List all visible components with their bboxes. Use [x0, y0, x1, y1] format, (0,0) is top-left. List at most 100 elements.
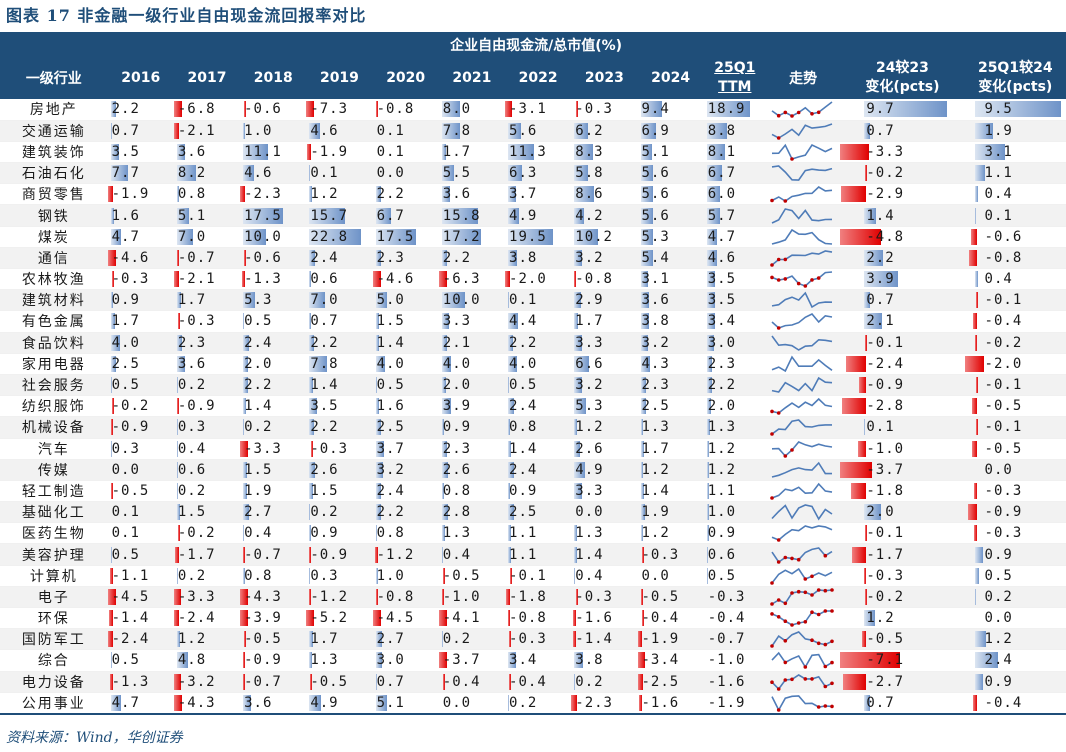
- year-value-text: 2.4: [509, 398, 538, 415]
- year-value-text: 0.2: [509, 694, 538, 711]
- value-cell: 1.7: [439, 142, 505, 162]
- year-value-text: 3.3: [575, 482, 604, 499]
- year-value: -4.5: [372, 607, 439, 630]
- value-cell: 0.9: [306, 523, 372, 543]
- change-25q1-vs-24-text: -0.9: [984, 504, 1023, 521]
- change-25q1-vs-24: -0.2: [964, 332, 1066, 354]
- year-value: 0.8: [372, 522, 439, 545]
- value-cell: -3.4: [637, 650, 704, 670]
- year-value-text: -1.8: [509, 588, 547, 605]
- change-cell: -2.7: [840, 672, 964, 692]
- trend-cell: [765, 247, 841, 270]
- trend-negative-point: [810, 638, 814, 643]
- year-value-text: 0.5: [111, 652, 140, 669]
- ttm-cell: 1.3: [704, 417, 766, 437]
- year-value-text: 3.2: [575, 249, 604, 266]
- value-cell: 2.0: [439, 375, 505, 395]
- change-cell: -0.4: [965, 311, 1066, 331]
- ttm-value: 3.5: [703, 289, 766, 312]
- year-value: 0.5: [107, 374, 174, 397]
- year-value-text: 5.0: [376, 292, 405, 309]
- value-cell: 8.6: [571, 184, 637, 204]
- header-chg2-line2: 变化(pcts): [978, 78, 1053, 95]
- trend-negative-point: [830, 661, 834, 665]
- year-value: -6.3: [438, 268, 506, 291]
- trend-line: [771, 398, 832, 415]
- change-25q1-vs-24: -0.1: [964, 416, 1066, 439]
- table-row: 钢铁 1.6 5.1 17.5 15.7 6.7 15.8 4.9 4.2 5.6 5.7 1.4 0.…: [0, 204, 1066, 227]
- year-value-text: 0.2: [177, 567, 207, 584]
- year-value: -0.4: [637, 607, 704, 630]
- trend-sparkline: [771, 165, 833, 181]
- value-cell: -1.6: [571, 608, 637, 628]
- year-value-text: 0.0: [442, 694, 472, 711]
- trend-sparkline: [771, 694, 834, 712]
- year-value-text: -0.9: [111, 419, 150, 436]
- ttm-value-text: -0.7: [707, 631, 746, 648]
- year-value: 1.2: [637, 459, 704, 481]
- value-cell: 1.2: [638, 523, 704, 543]
- value-cell: 3.6: [439, 184, 505, 204]
- value-cell: -0.3: [638, 545, 704, 565]
- ttm-cell: 0.6: [704, 545, 766, 565]
- value-cell: 7.0: [306, 290, 372, 310]
- value-cell: 3.6: [174, 354, 240, 374]
- value-cell: -0.2: [108, 396, 174, 416]
- year-value: 4.0: [372, 353, 439, 375]
- change-cell: -0.6: [965, 227, 1066, 247]
- year-value: 4.9: [306, 692, 373, 715]
- ttm-cell: 3.0: [704, 333, 766, 353]
- year-value-text: 7.7: [111, 165, 140, 182]
- value-cell: 9.4: [638, 99, 704, 119]
- year-value: -3.9: [240, 607, 307, 630]
- industry-name: 环保: [0, 607, 108, 630]
- header-year: 2020: [372, 56, 439, 99]
- year-value: -0.9: [107, 416, 174, 439]
- year-value-text: -6.8: [177, 101, 216, 118]
- year-value-text: 3.7: [509, 186, 538, 203]
- year-value-text: -3.4: [641, 652, 680, 669]
- trend-negative-point: [796, 111, 801, 115]
- value-cell: 5.3: [240, 290, 306, 310]
- value-cell: -5.2: [306, 608, 372, 628]
- year-value-text: 3.2: [641, 334, 670, 351]
- value-cell: 1.3: [571, 523, 637, 543]
- trend-negative-point: [796, 589, 801, 594]
- change-25q1-vs-24-text: -0.1: [984, 419, 1023, 436]
- year-value-text: 3.8: [641, 313, 670, 330]
- trend-sparkline: [770, 631, 834, 649]
- change-25q1-vs-24-text: 1.9: [984, 122, 1013, 139]
- year-value: -0.8: [571, 268, 638, 291]
- value-cell: 5.6: [638, 206, 704, 226]
- year-value: 3.2: [571, 247, 638, 270]
- change-cell: 0.0: [965, 608, 1066, 628]
- value-cell: -0.8: [373, 587, 439, 607]
- year-value: 5.4: [637, 247, 704, 270]
- year-value: 3.3: [571, 332, 638, 354]
- year-value: 5.6: [637, 183, 704, 206]
- change-cell: -2.4: [840, 354, 964, 374]
- value-cell: 3.6: [638, 290, 704, 310]
- year-value-text: 3.5: [111, 143, 140, 160]
- value-cell: 2.5: [505, 502, 571, 522]
- year-value: 2.3: [438, 438, 506, 460]
- trend-cell: [765, 438, 841, 460]
- ttm-value-text: 2.0: [707, 398, 737, 415]
- value-cell: 7.8: [306, 354, 372, 374]
- trend-negative-point: [803, 284, 807, 288]
- year-value-text: 5.6: [509, 122, 538, 139]
- ttm-cell: -0.3: [704, 587, 766, 607]
- negative-bar: [845, 355, 867, 372]
- ttm-value: -1.0: [703, 649, 766, 672]
- table-row: 基础化工 0.1 1.5 2.7 0.2 2.2 2.8 2.5 0.0 1.9 1.0 2.0 -0.…: [0, 501, 1066, 524]
- value-cell: 0.9: [108, 290, 174, 310]
- ttm-value-text: -1.6: [707, 673, 746, 690]
- change-cell: -0.3: [965, 481, 1066, 501]
- value-cell: -0.6: [240, 248, 306, 268]
- year-value: 0.4: [173, 438, 241, 460]
- year-value: 1.4: [637, 480, 704, 503]
- ttm-value-text: 2.2: [707, 377, 737, 394]
- value-cell: 7.7: [108, 163, 174, 183]
- negative-bar: [972, 694, 977, 711]
- change-cell: -0.2: [965, 333, 1066, 353]
